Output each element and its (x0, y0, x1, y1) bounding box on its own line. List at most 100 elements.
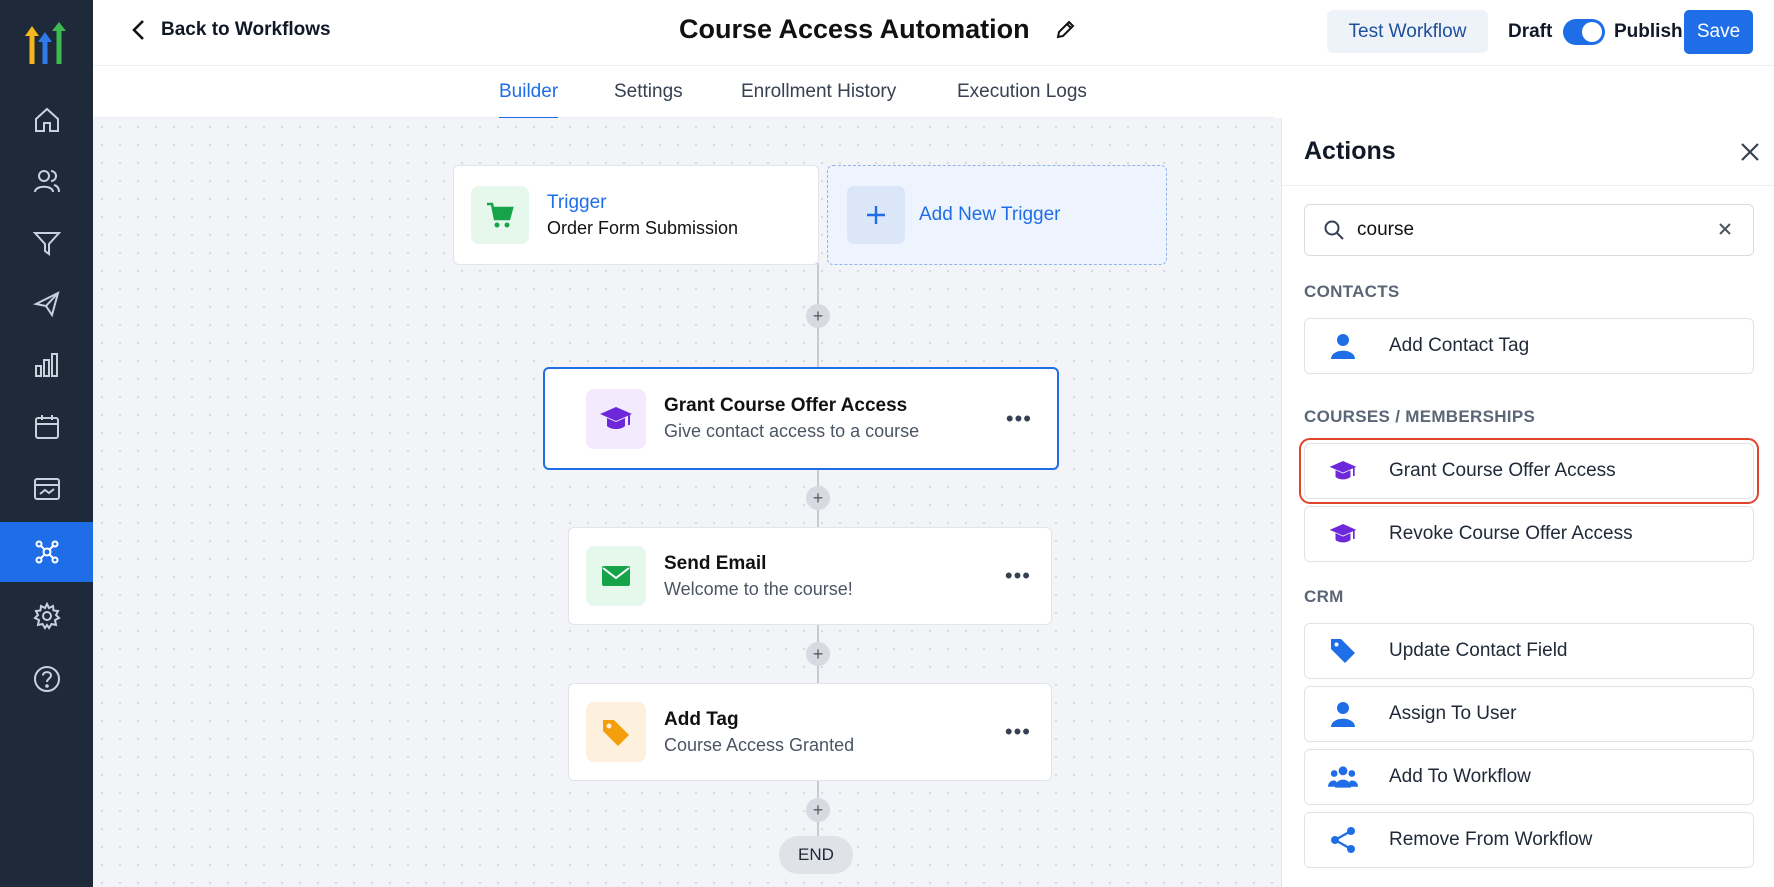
actions-search-input[interactable] (1357, 219, 1697, 241)
add-step-button[interactable]: + (806, 486, 830, 510)
action-add-contact-tag[interactable]: Add Contact Tag (1304, 318, 1754, 374)
action-label: Revoke Course Offer Access (1389, 523, 1633, 544)
payments-icon (33, 478, 60, 500)
step-menu-button[interactable]: ••• (1006, 406, 1032, 432)
search-icon (1324, 220, 1344, 240)
action-update-contact-field[interactable]: Update Contact Field (1304, 623, 1754, 679)
step-subtitle: Welcome to the course! (664, 578, 853, 599)
automation-icon (35, 540, 58, 564)
section-heading-courses: COURSES / MEMBERSHIPS (1304, 407, 1536, 426)
publish-label: Publish (1614, 21, 1683, 42)
workflow-title: Course Access Automation (679, 14, 1030, 44)
tab-builder[interactable]: Builder (499, 81, 559, 120)
step-title: Grant Course Offer Access (664, 395, 908, 416)
step-card-add-tag[interactable]: Add Tag Course Access Granted ••• (568, 683, 1052, 781)
tab-execution-logs[interactable]: Execution Logs (957, 81, 1087, 103)
step-subtitle: Course Access Granted (664, 734, 855, 755)
top-header: Back to Workflows Course Access Automati… (93, 0, 1774, 66)
panel-title: Actions (1304, 137, 1396, 165)
action-label: Remove From Workflow (1389, 829, 1593, 850)
nav-calendar[interactable] (0, 397, 93, 457)
clear-search-icon[interactable] (1715, 219, 1735, 239)
tab-bar: Builder Settings Enrollment History Exec… (93, 66, 1274, 120)
tab-settings[interactable]: Settings (614, 81, 683, 103)
step-menu-button[interactable]: ••• (1005, 719, 1031, 745)
action-assign-to-user[interactable]: Assign To User (1304, 686, 1754, 742)
settings-icon (32, 601, 61, 630)
plus-icon (867, 206, 885, 224)
back-to-workflows-link[interactable]: Back to Workflows (129, 18, 331, 42)
graduation-cap-icon (1329, 524, 1357, 543)
add-step-button[interactable]: + (806, 642, 830, 666)
step-menu-button[interactable]: ••• (1005, 563, 1031, 589)
tab-enrollment-history[interactable]: Enrollment History (741, 81, 896, 103)
save-button[interactable]: Save (1684, 10, 1753, 54)
action-label: Update Contact Field (1389, 640, 1568, 661)
graduation-cap-icon (1329, 461, 1357, 480)
step-subtitle: Give contact access to a course (664, 421, 920, 441)
end-node: END (779, 836, 853, 874)
sidebar (0, 0, 93, 887)
add-trigger-label: Add New Trigger (919, 204, 1061, 225)
trigger-icon-box (471, 186, 529, 244)
trigger-subtitle: Order Form Submission (547, 217, 739, 238)
draft-label: Draft (1508, 21, 1553, 42)
tag-icon (1331, 639, 1355, 663)
nav-payments[interactable] (0, 459, 93, 519)
nav-automation[interactable] (0, 522, 93, 582)
action-add-to-workflow[interactable]: Add To Workflow (1304, 749, 1754, 805)
step-title: Send Email (664, 552, 767, 574)
step-card-send-email[interactable]: Send Email Welcome to the course! ••• (568, 527, 1052, 625)
step-title: Add Tag (664, 708, 739, 730)
action-label: Add Contact Tag (1389, 335, 1530, 356)
step-icon-box (586, 546, 646, 606)
action-remove-from-workflow[interactable]: Remove From Workflow (1304, 812, 1754, 868)
person-icon (1331, 702, 1355, 727)
add-step-button[interactable]: + (806, 798, 830, 822)
section-heading-crm: CRM (1304, 587, 1344, 606)
home-icon (34, 107, 59, 132)
chevron-left-icon (132, 20, 144, 40)
title-group: Course Access Automation (679, 14, 1076, 45)
panel-header: Actions (1282, 118, 1774, 186)
nav-marketing[interactable] (0, 274, 93, 334)
add-trigger-icon-box (847, 186, 905, 244)
nav-settings[interactable] (0, 586, 93, 646)
action-revoke-course-offer-access[interactable]: Revoke Course Offer Access (1304, 506, 1754, 562)
reports-icon (34, 353, 58, 377)
add-step-button[interactable]: + (806, 304, 830, 328)
tag-icon (603, 720, 629, 746)
nav-contacts[interactable] (0, 151, 93, 211)
section-heading-contacts: CONTACTS (1304, 282, 1400, 301)
nav-home[interactable] (0, 90, 93, 150)
shopping-cart-icon (487, 202, 514, 228)
group-icon (1328, 766, 1358, 788)
nav-reports[interactable] (0, 335, 93, 395)
app-logo-icon[interactable] (22, 22, 70, 68)
step-icon-box (586, 702, 646, 762)
actions-search-box (1304, 204, 1754, 256)
nav-help[interactable] (0, 649, 93, 709)
contacts-icon (33, 170, 60, 193)
envelope-icon (602, 566, 630, 586)
edit-title-pencil-icon[interactable] (1054, 19, 1076, 41)
share-icon (1331, 827, 1355, 853)
action-label: Assign To User (1389, 703, 1517, 724)
add-new-trigger-button[interactable]: Add New Trigger (827, 165, 1167, 265)
step-card-grant-course[interactable]: Grant Course Offer Access Give contact a… (543, 367, 1059, 470)
back-label: Back to Workflows (161, 19, 331, 40)
help-icon (33, 666, 60, 692)
close-icon[interactable] (1738, 140, 1762, 164)
person-icon (1331, 334, 1355, 359)
action-label: Add To Workflow (1389, 766, 1531, 787)
toggle-knob (1582, 22, 1602, 42)
graduation-cap-icon (600, 406, 632, 429)
funnel-icon (32, 232, 61, 256)
nav-funnels[interactable] (0, 213, 93, 273)
test-workflow-button[interactable]: Test Workflow (1327, 10, 1488, 53)
action-grant-course-offer-access[interactable]: Grant Course Offer Access (1299, 438, 1759, 504)
megaphone-icon (32, 291, 60, 318)
trigger-card[interactable]: Trigger Order Form Submission (453, 165, 819, 265)
publish-toggle[interactable] (1563, 19, 1605, 45)
trigger-title: Trigger (547, 191, 607, 213)
